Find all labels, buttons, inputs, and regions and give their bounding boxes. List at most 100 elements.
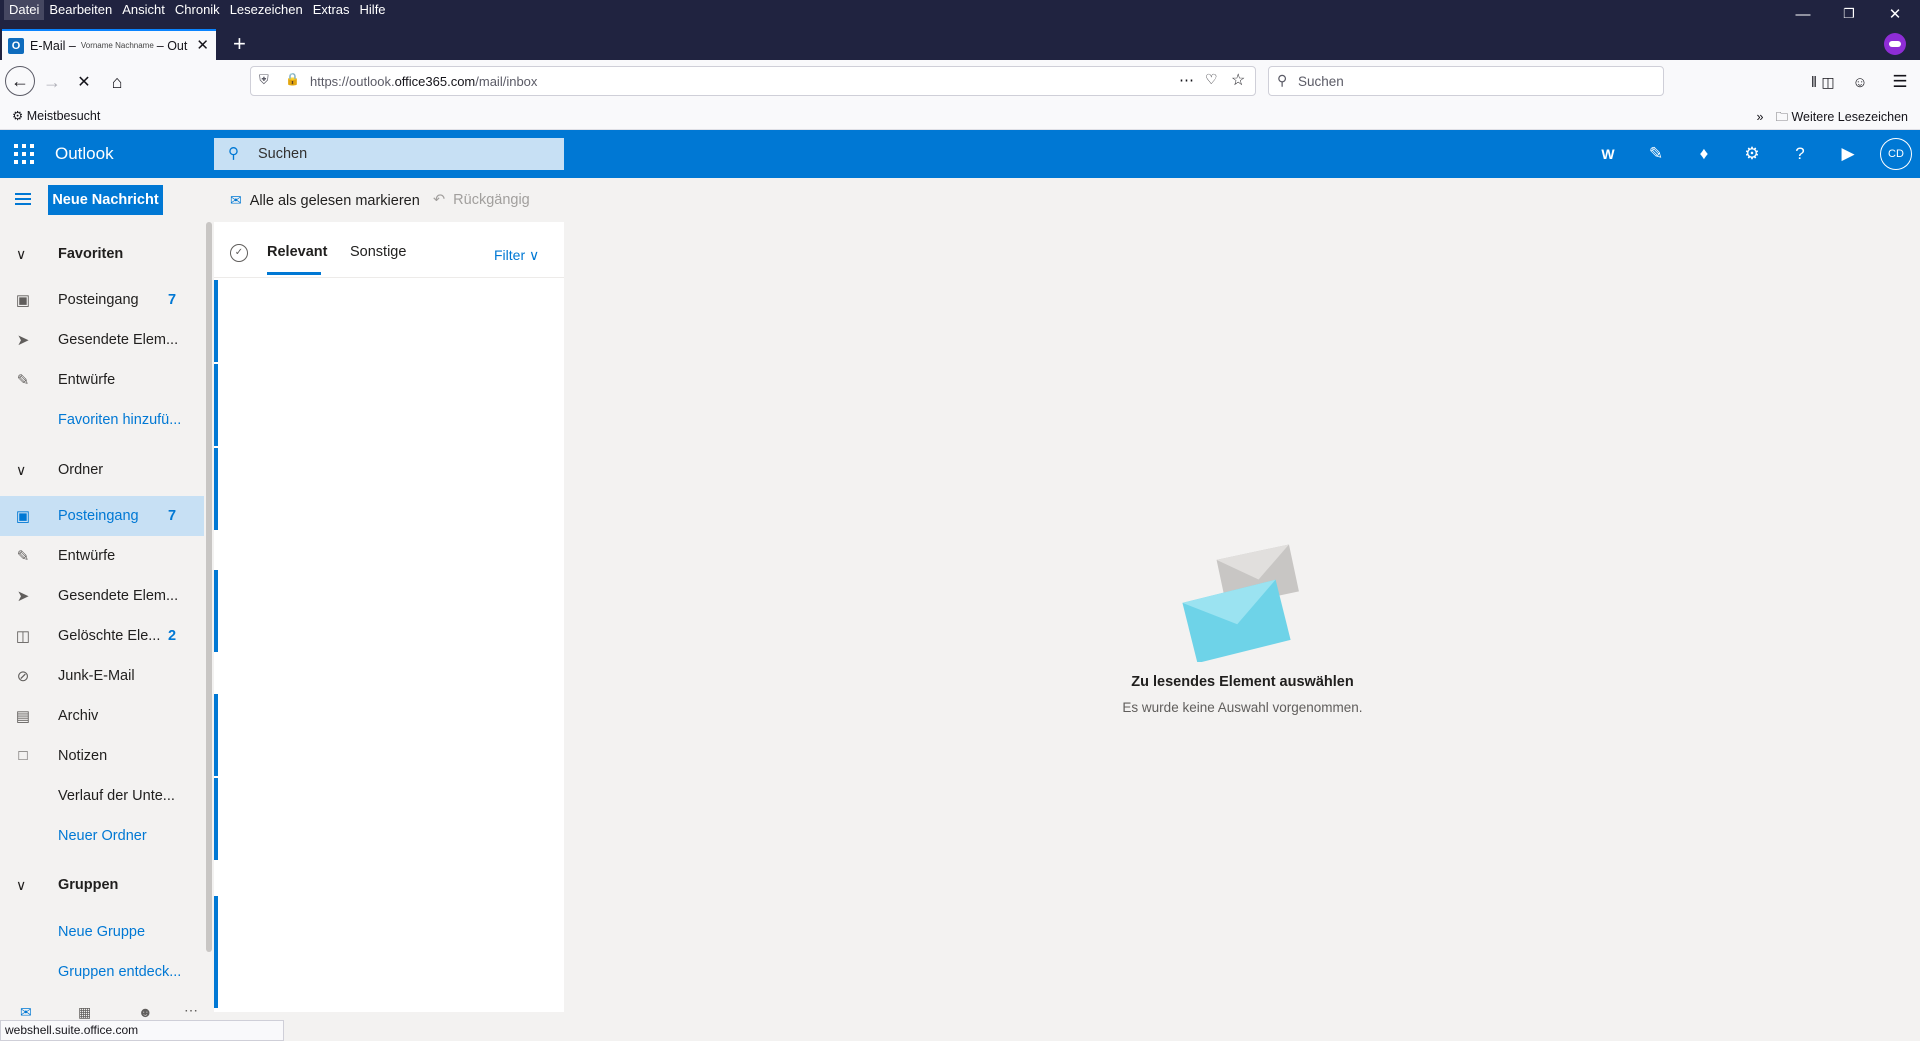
command-bar: Neue Nachricht ✉ Alle als gelesen markie…	[0, 178, 1920, 222]
undo-button[interactable]: ↶ Rückgängig	[433, 192, 530, 208]
folder-drafts[interactable]: ✎ Entwürfe	[0, 536, 204, 576]
new-group-link[interactable]: Neue Gruppe	[0, 912, 204, 952]
menu-ansicht[interactable]: Ansicht	[117, 0, 170, 20]
app-menu-icon[interactable]: ☰	[1886, 68, 1914, 96]
folder-junk[interactable]: ⊘ Junk-E-Mail	[0, 656, 204, 696]
folder-drafts-label: Entwürfe	[58, 548, 116, 564]
menu-bearbeiten[interactable]: Bearbeiten	[44, 0, 117, 20]
filter-button[interactable]: Filter ∨	[494, 247, 539, 264]
forward-button[interactable]: →	[38, 68, 66, 96]
discover-groups-link[interactable]: Gruppen entdeck...	[0, 952, 204, 992]
favorite-sent-label: Gesendete Elem...	[58, 332, 179, 348]
folder-inbox-label: Posteingang	[58, 508, 139, 524]
help-icon[interactable]: ?	[1788, 142, 1812, 166]
stop-button[interactable]: ✕	[70, 68, 98, 96]
avatar[interactable]: CD	[1880, 138, 1912, 170]
groups-section-header[interactable]: ∨ Gruppen	[0, 865, 204, 905]
unread-indicator	[214, 364, 218, 446]
restore-button[interactable]: ❐	[1826, 0, 1872, 28]
folder-sent-label: Gesendete Elem...	[58, 588, 179, 604]
url-bar[interactable]: ⛨ 🔒 https://outlook.office365.com/mail/i…	[250, 66, 1256, 96]
bookmark-star-icon[interactable]: ☆	[1231, 70, 1245, 90]
settings-icon[interactable]: ⚙	[1740, 142, 1764, 166]
browser-search-input[interactable]: ⚲ Suchen	[1268, 66, 1664, 96]
new-group-label: Neue Gruppe	[58, 924, 146, 940]
home-button[interactable]: ⌂	[103, 68, 131, 96]
tab-close-icon[interactable]: ✕	[196, 36, 209, 54]
groups-label: Gruppen	[58, 877, 119, 893]
page-actions-icon[interactable]: ⋯	[1179, 71, 1194, 89]
folder-sent[interactable]: ➤ Gesendete Elem...	[0, 576, 204, 616]
folder-conversation-history-label: Verlauf der Unte...	[58, 788, 175, 804]
filter-label: Filter	[494, 247, 526, 263]
reading-pane: Zu lesendes Element auswählen Es wurde k…	[565, 222, 1920, 1041]
menu-hilfe[interactable]: Hilfe	[355, 0, 391, 20]
favorite-drafts[interactable]: ✎ Entwürfe	[0, 360, 204, 400]
close-window-button[interactable]: ✕	[1872, 0, 1918, 28]
menu-lesezeichen[interactable]: Lesezeichen	[225, 0, 308, 20]
outlook-brand[interactable]: Outlook	[55, 144, 114, 164]
new-message-button[interactable]: Neue Nachricht	[48, 185, 163, 215]
browser-tab[interactable]: O E-Mail – Vorname Nachname – Out ✕	[2, 29, 216, 60]
send-icon: ➤	[16, 588, 30, 605]
account-icon[interactable]: ☺	[1846, 68, 1874, 96]
url-text: https://outlook.office365.com/mail/inbox	[310, 73, 538, 89]
back-button[interactable]: ←	[5, 66, 35, 96]
favorite-sent[interactable]: ➤ Gesendete Elem...	[0, 320, 204, 360]
folder-conversation-history[interactable]: Verlauf der Unte...	[0, 776, 204, 816]
favorites-section-header[interactable]: ∨ Favoriten	[0, 234, 204, 274]
empty-state-title: Zu lesendes Element auswählen	[1131, 674, 1354, 690]
menu-chronik[interactable]: Chronik	[170, 0, 225, 20]
tab-other[interactable]: Sonstige	[350, 244, 406, 260]
new-folder-link[interactable]: Neuer Ordner	[0, 816, 204, 856]
new-tab-button[interactable]: +	[233, 31, 246, 57]
outlook-search-input[interactable]: ⚲ Suchen	[214, 138, 564, 170]
message-list: ✓ Relevant Sonstige Filter ∨	[214, 222, 564, 1012]
mail-icon[interactable]: ✉	[20, 1004, 32, 1021]
folder-archive-label: Archiv	[58, 708, 99, 724]
select-all-checkbox[interactable]: ✓	[230, 244, 248, 262]
folder-junk-label: Junk-E-Mail	[58, 668, 135, 684]
private-browsing-icon	[1884, 33, 1906, 55]
tab-title-prefix: E-Mail –	[30, 38, 76, 53]
word-icon[interactable]: W	[1596, 142, 1620, 166]
folder-notes[interactable]: □ Notizen	[0, 736, 204, 776]
feedback-icon[interactable]: ▶	[1836, 142, 1860, 166]
search-icon: ⚲	[1277, 72, 1288, 88]
outlook-header: Outlook ⚲ Suchen W ✎ ♦ ⚙ ? ▶ CD	[0, 130, 1920, 178]
hamburger-icon[interactable]	[15, 193, 31, 205]
search-icon: ⚲	[228, 145, 239, 162]
shield-icon[interactable]: ⛨	[259, 72, 269, 88]
favorite-inbox[interactable]: ▣ Posteingang 7	[0, 280, 204, 320]
folder-icon: 🗀	[1775, 110, 1788, 124]
todo-icon[interactable]: ✎	[1644, 142, 1668, 166]
mark-all-read-button[interactable]: ✉ Alle als gelesen markieren	[230, 192, 420, 209]
add-favorite-link[interactable]: Favoriten hinzufü...	[0, 400, 204, 440]
folder-archive[interactable]: ▤ Archiv	[0, 696, 204, 736]
bell-icon[interactable]: ♦	[1692, 142, 1716, 166]
pocket-icon[interactable]: ♡	[1205, 71, 1218, 88]
tab-focused[interactable]: Relevant	[267, 244, 327, 260]
people-icon[interactable]: ☻	[138, 1004, 153, 1020]
app-launcher-icon[interactable]	[14, 144, 34, 164]
sidebar-icon[interactable]: ◫	[1814, 68, 1842, 96]
folder-deleted[interactable]: ◫ Gelöschte Ele... 2	[0, 616, 204, 656]
folders-section-header[interactable]: ∨ Ordner	[0, 450, 204, 490]
lock-icon[interactable]: 🔒	[285, 72, 300, 86]
browser-titlebar: Datei Bearbeiten Ansicht Chronik Lesezei…	[0, 0, 1920, 60]
bookmark-most-visited[interactable]: ⚙ Meistbesucht	[12, 108, 100, 123]
menu-extras[interactable]: Extras	[308, 0, 355, 20]
menu-datei[interactable]: Datei	[4, 0, 45, 20]
chevron-down-icon: ∨	[16, 876, 27, 893]
list-pivots: ✓ Relevant Sonstige Filter ∨	[214, 222, 564, 278]
folder-notes-label: Notizen	[58, 748, 108, 764]
folder-inbox[interactable]: ▣ Posteingang 7	[0, 496, 204, 536]
more-icon[interactable]: ⋯	[184, 1002, 198, 1019]
mark-all-read-label: Alle als gelesen markieren	[249, 192, 420, 209]
chevrons-icon[interactable]: »	[1757, 110, 1764, 124]
folder-pane-scrollbar[interactable]	[206, 222, 212, 952]
minimize-button[interactable]: —	[1780, 0, 1826, 28]
calendar-icon[interactable]: ▦	[78, 1004, 91, 1021]
browser-menubar: Datei Bearbeiten Ansicht Chronik Lesezei…	[0, 0, 391, 20]
bookmark-more[interactable]: » 🗀 Weitere Lesezeichen	[1757, 108, 1908, 129]
